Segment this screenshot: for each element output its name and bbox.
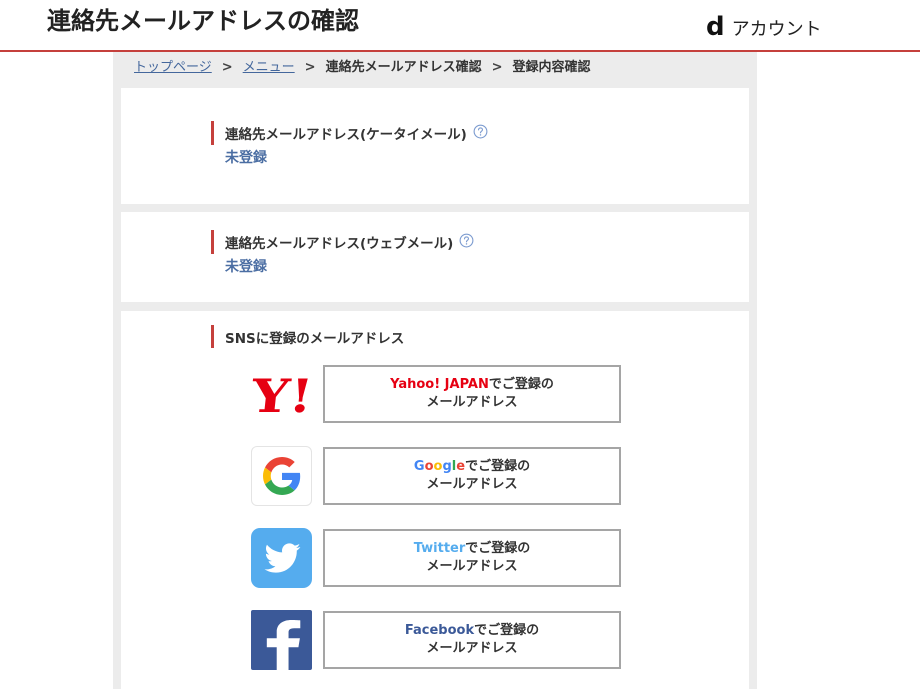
twitter-bird-icon — [251, 528, 312, 588]
page-title: 連絡先メールアドレスの確認 — [47, 7, 359, 35]
button-line-2: メールアドレス — [426, 395, 518, 410]
breadcrumb: トップページ > メニュー > 連絡先メールアドレス確認 > 登録内容確認 — [134, 60, 591, 76]
breadcrumb-separator: > — [304, 60, 316, 75]
button-suffix: でご登録の — [488, 377, 554, 392]
button-suffix: でご登録の — [474, 623, 540, 638]
registration-status: 未登録 — [225, 150, 267, 166]
twitter-email-button[interactable]: Twitterでご登録の メールアドレス — [323, 529, 621, 587]
button-line-1: Yahoo! JAPANでご登録の — [390, 376, 554, 394]
brand-letter: o — [424, 459, 434, 474]
button-suffix: でご登録の — [465, 459, 531, 474]
registration-status: 未登録 — [225, 259, 267, 275]
sns-row-google: Googleでご登録の メールアドレス — [251, 446, 621, 506]
breadcrumb-separator: > — [491, 60, 503, 75]
brand-letter: e — [456, 459, 466, 474]
brand-name: Yahoo! JAPAN — [390, 377, 489, 392]
help-icon[interactable] — [459, 233, 474, 248]
mobile-email-section: 連絡先メールアドレス(ケータイメール) 未登録 — [121, 88, 749, 204]
button-line-2: メールアドレス — [426, 477, 518, 492]
section-title: 連絡先メールアドレス(ウェブメール) — [211, 230, 749, 254]
button-line-2: メールアドレス — [426, 641, 518, 656]
section-title: SNSに登録のメールアドレス — [211, 325, 749, 348]
sns-row-yahoo: Y! Yahoo! JAPANでご登録の メールアドレス — [251, 364, 621, 424]
section-title-text: SNSに登録のメールアドレス — [225, 330, 405, 347]
yahoo-logo-lettering: Y! — [251, 369, 312, 423]
section-title: 連絡先メールアドレス(ケータイメール) — [211, 121, 749, 145]
yahoo-email-button[interactable]: Yahoo! JAPANでご登録の メールアドレス — [323, 365, 621, 423]
button-line-2: メールアドレス — [426, 559, 518, 574]
facebook-logo-icon — [251, 610, 312, 670]
brand-letter: G — [413, 459, 425, 474]
d-account-logo: d アカウント — [706, 12, 822, 42]
section-title-text: 連絡先メールアドレス(ケータイメール) — [225, 127, 467, 143]
brand-name: Twitter — [413, 541, 466, 556]
google-logo-icon — [251, 446, 312, 506]
button-line-1: Facebookでご登録の — [405, 622, 539, 640]
web-email-section: 連絡先メールアドレス(ウェブメール) 未登録 — [121, 212, 749, 302]
yahoo-japan-logo-icon: Y! — [251, 364, 312, 424]
page: 連絡先メールアドレスの確認 d アカウント トップページ > メニュー > 連絡… — [0, 0, 920, 689]
breadcrumb-top-page-link[interactable]: トップページ — [134, 60, 212, 76]
button-suffix: でご登録の — [465, 541, 531, 556]
sns-button-list: Y! Yahoo! JAPANでご登録の メールアドレス Googleでご登録の… — [251, 364, 621, 689]
breadcrumb-menu-link[interactable]: メニュー — [243, 60, 295, 76]
breadcrumb-separator: > — [221, 60, 233, 75]
brand-name: Facebook — [404, 623, 475, 638]
button-line-1: Googleでご登録の — [414, 458, 530, 476]
facebook-email-button[interactable]: Facebookでご登録の メールアドレス — [323, 611, 621, 669]
sns-row-facebook: Facebookでご登録の メールアドレス — [251, 610, 621, 670]
help-icon[interactable] — [473, 124, 488, 139]
brand-name: Google — [414, 459, 465, 474]
google-email-button[interactable]: Googleでご登録の メールアドレス — [323, 447, 621, 505]
sns-row-twitter: Twitterでご登録の メールアドレス — [251, 528, 621, 588]
d-logo-mark: d — [706, 12, 725, 42]
brand-letter: g — [442, 459, 452, 474]
section-title-text: 連絡先メールアドレス(ウェブメール) — [225, 236, 454, 252]
button-line-1: Twitterでご登録の — [414, 540, 531, 558]
breadcrumb-contact-email-check: 連絡先メールアドレス確認 — [325, 60, 482, 75]
sns-email-section: SNSに登録のメールアドレス Y! Yahoo! JAPANでご登録の メールア… — [121, 311, 749, 689]
d-logo-text: アカウント — [731, 19, 822, 40]
breadcrumb-current-page: 登録内容確認 — [512, 60, 591, 75]
